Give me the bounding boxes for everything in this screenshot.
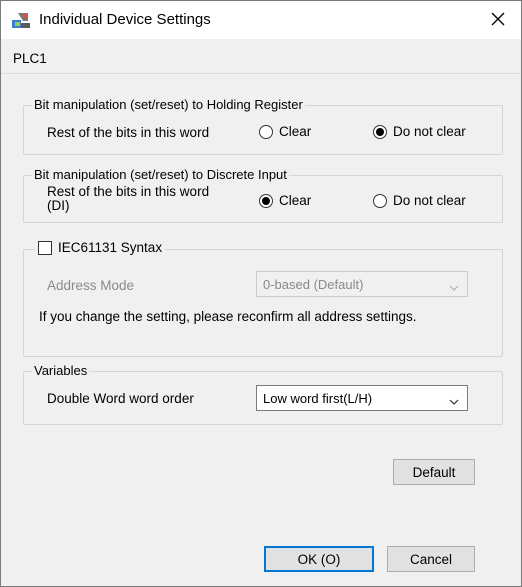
app-settings-icon (11, 11, 31, 29)
cancel-button[interactable]: Cancel (387, 546, 475, 572)
discrete-input-legend: Bit manipulation (set/reset) to Discrete… (32, 167, 289, 182)
close-icon (491, 12, 505, 29)
radio-di-clear[interactable]: Clear (259, 193, 311, 208)
radio-hr-do-not-clear-label: Do not clear (393, 124, 466, 139)
default-button[interactable]: Default (393, 459, 475, 485)
holding-register-legend: Bit manipulation (set/reset) to Holding … (32, 97, 305, 112)
dword-order-select[interactable]: Low word first(L/H) (256, 385, 468, 411)
radio-circle[interactable] (259, 124, 273, 139)
window-title: Individual Device Settings (39, 11, 211, 28)
discrete-input-label-line1: Rest of the bits in this word (47, 184, 210, 199)
radio-hr-clear[interactable]: Clear (259, 124, 311, 139)
chevron-down-icon (449, 394, 459, 405)
variables-legend: Variables (32, 363, 90, 378)
radio-circle-selected[interactable] (259, 193, 273, 208)
radio-circle-selected[interactable] (373, 124, 387, 139)
holding-register-label: Rest of the bits in this word (47, 125, 210, 140)
iec-syntax-label: IEC61131 Syntax (58, 240, 163, 255)
title-bar[interactable]: Individual Device Settings (1, 1, 521, 39)
discrete-input-label: Rest of the bits in this word (DI) (47, 185, 209, 213)
discrete-input-label-line2: (DI) (47, 198, 70, 213)
radio-di-do-not-clear-label: Do not clear (393, 193, 466, 208)
address-note: If you change the setting, please reconf… (39, 309, 417, 324)
radio-hr-do-not-clear[interactable]: Do not clear (373, 124, 466, 139)
iec-group (23, 249, 503, 357)
radio-di-clear-label: Clear (279, 193, 312, 208)
address-mode-select[interactable]: 0-based (Default) (256, 271, 468, 297)
dword-order-label: Double Word word order (47, 391, 194, 406)
dialog-window: Individual Device Settings PLC1 Bit mani… (0, 0, 522, 587)
close-button[interactable] (475, 1, 521, 39)
address-mode-value: 0-based (Default) (263, 276, 364, 292)
address-mode-label: Address Mode (47, 278, 135, 293)
dword-order-value: Low word first(L/H) (263, 390, 373, 406)
divider (1, 73, 521, 74)
iec-syntax-checkbox[interactable]: IEC61131 Syntax (35, 240, 166, 255)
checkbox-square[interactable] (38, 240, 52, 255)
device-name-label: PLC1 (13, 51, 47, 66)
radio-hr-clear-label: Clear (279, 124, 312, 139)
ok-button[interactable]: OK (O) (264, 546, 374, 572)
radio-circle[interactable] (373, 193, 387, 208)
radio-di-do-not-clear[interactable]: Do not clear (373, 193, 466, 208)
chevron-down-icon (449, 280, 459, 291)
